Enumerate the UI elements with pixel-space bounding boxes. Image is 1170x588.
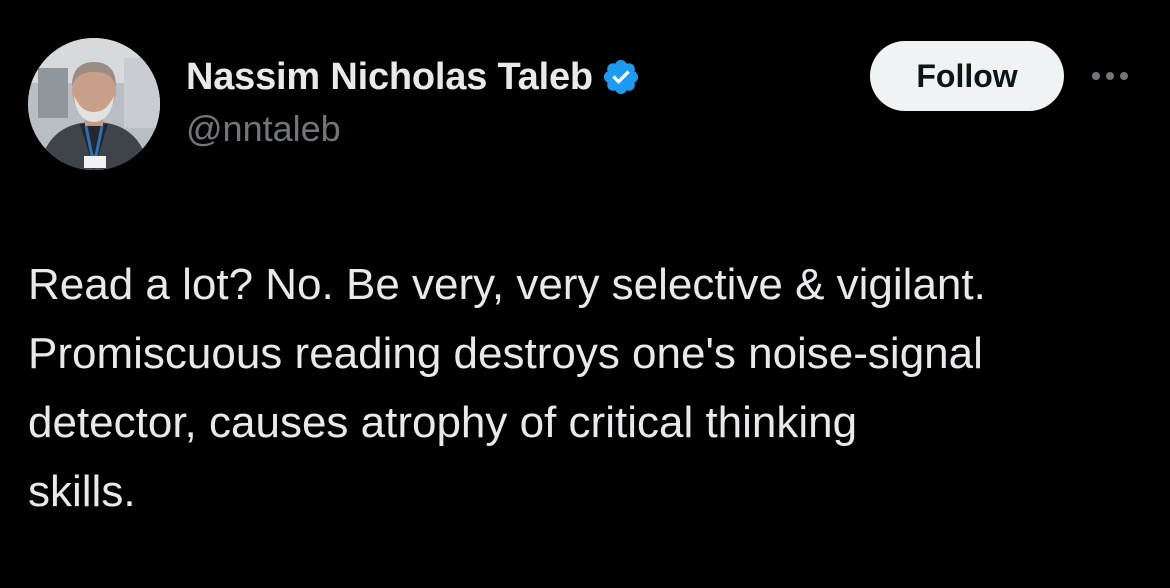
author-handle[interactable]: @nntaleb xyxy=(186,108,341,150)
author-display-name[interactable]: Nassim Nicholas Taleb xyxy=(186,56,593,99)
more-options-button[interactable] xyxy=(1092,60,1142,92)
verified-badge-icon xyxy=(601,57,641,97)
author-name-row: Nassim Nicholas Taleb xyxy=(186,52,641,102)
tweet-text: Read a lot? No. Be very, very selective … xyxy=(28,260,986,516)
more-horizontal-icon xyxy=(1092,72,1128,80)
follow-button[interactable]: Follow xyxy=(870,41,1064,111)
tweet-card: Nassim Nicholas Taleb @nntaleb Follow Re… xyxy=(0,0,1170,588)
avatar[interactable] xyxy=(28,38,160,170)
profile-photo-icon xyxy=(28,38,160,170)
